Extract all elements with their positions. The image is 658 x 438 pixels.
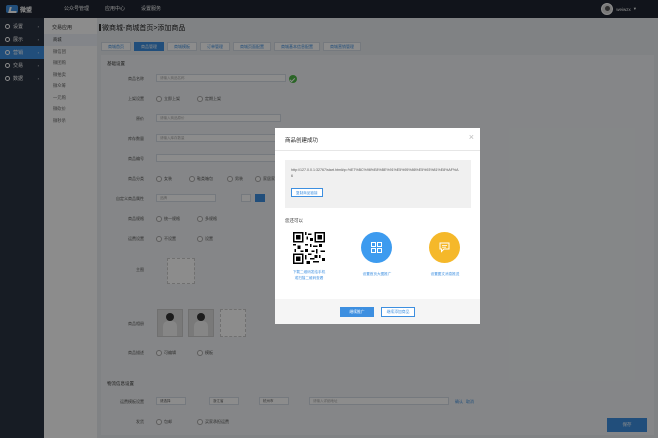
- qrcode-caption[interactable]: 下载二维码发给手机 或扫描二维码查看: [285, 270, 333, 281]
- copy-link-button[interactable]: 复制商品链接: [291, 188, 323, 197]
- modal-footer: 继续推广 继续添加商品: [275, 299, 480, 324]
- chat-icon: [439, 242, 450, 253]
- message-push-caption[interactable]: 设置图文消息推送: [418, 272, 472, 278]
- grid-icon: [371, 242, 382, 253]
- divider: [275, 150, 480, 151]
- continue-promote-button[interactable]: 继续推广: [340, 307, 374, 317]
- qrcode-icon[interactable]: [293, 232, 325, 264]
- link-box: http://127.0.0.1:32767/start.html#p=%E7%…: [285, 160, 471, 208]
- message-push-button[interactable]: [429, 232, 460, 263]
- homepage-promo-button[interactable]: [361, 232, 392, 263]
- close-icon[interactable]: ×: [469, 133, 474, 142]
- also-label: 您还可以: [285, 218, 303, 223]
- modal-title: 商品创建成功: [285, 138, 319, 144]
- product-link-text: http://127.0.0.1:32767/start.html#p=%E7%…: [291, 168, 459, 178]
- continue-add-button[interactable]: 继续添加商品: [381, 307, 415, 317]
- success-modal: 商品创建成功 × http://127.0.0.1:32767/start.ht…: [275, 128, 480, 324]
- homepage-promo-caption[interactable]: 设置首页大图推广: [351, 272, 403, 278]
